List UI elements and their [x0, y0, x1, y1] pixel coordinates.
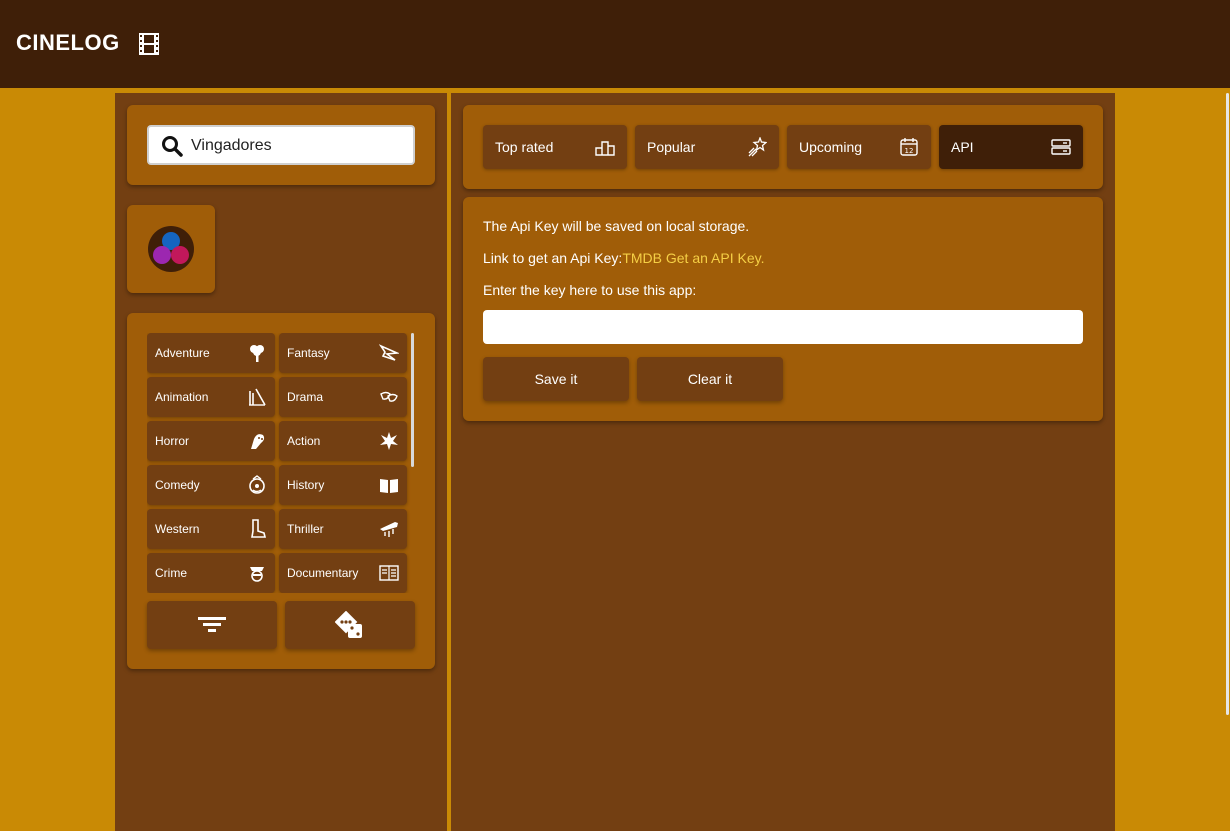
genre-label: Comedy: [155, 478, 200, 492]
ghost-icon: [251, 434, 265, 449]
clown-icon: [249, 475, 265, 494]
genre-label: Adventure: [155, 346, 210, 360]
top-bar: CINELOG: [0, 0, 1230, 88]
open-book-icon: [379, 565, 399, 581]
genre-action[interactable]: Action: [279, 421, 407, 461]
film-icon: [139, 33, 159, 55]
masks-icon: [380, 391, 398, 402]
tab-popular[interactable]: Popular: [635, 125, 779, 169]
sidebar-panel: Adventure Fantasy Animation Drama Horror…: [115, 93, 447, 831]
genre-thriller[interactable]: Thriller: [279, 509, 407, 549]
mask-icon: [250, 567, 264, 582]
api-key-card: The Api Key will be saved on local stora…: [463, 197, 1103, 421]
tab-top-rated[interactable]: Top rated: [483, 125, 627, 169]
stars-icon: [748, 137, 767, 157]
genre-crime[interactable]: Crime: [147, 553, 275, 593]
genre-label: Animation: [155, 390, 209, 404]
logo-card[interactable]: [127, 205, 215, 293]
genre-drama[interactable]: Drama: [279, 377, 407, 417]
tab-label: Upcoming: [799, 139, 863, 155]
genre-list: Adventure Fantasy Animation Drama Horror…: [147, 333, 411, 593]
api-info-link-line: Link to get an Api Key:TMDB Get an API K…: [483, 250, 764, 266]
genre-documentary[interactable]: Documentary: [279, 553, 407, 593]
tmdb-api-link[interactable]: TMDB Get an API Key.: [622, 250, 764, 266]
tab-api[interactable]: API: [939, 125, 1083, 169]
random-button[interactable]: [285, 601, 415, 649]
tab-label: Popular: [647, 139, 696, 155]
genre-horror[interactable]: Horror: [147, 421, 275, 461]
search-card: [127, 105, 435, 185]
dragon-icon: [379, 344, 399, 361]
genre-history[interactable]: History: [279, 465, 407, 505]
cowboy-boot-icon: [251, 519, 267, 538]
tabs-card: Top rated Popular Upcoming 12 API: [463, 105, 1103, 189]
search-icon[interactable]: [161, 135, 183, 157]
genre-label: Documentary: [287, 566, 359, 580]
server-icon: [1051, 139, 1071, 155]
clear-button[interactable]: Clear it: [637, 357, 783, 401]
api-key-input[interactable]: [483, 310, 1083, 344]
svg-text:12: 12: [905, 147, 914, 155]
tmdb-logo[interactable]: [147, 225, 195, 273]
filter-button[interactable]: [147, 601, 277, 649]
genre-label: Action: [287, 434, 321, 448]
genre-scrollbar[interactable]: [411, 333, 414, 467]
genre-label: Drama: [287, 390, 324, 404]
save-button[interactable]: Save it: [483, 357, 629, 401]
genre-western[interactable]: Western: [147, 509, 275, 549]
app-title: CINELOG: [16, 30, 120, 55]
genre-comedy[interactable]: Comedy: [147, 465, 275, 505]
main-panel: Top rated Popular Upcoming 12 API The Ap…: [451, 93, 1115, 831]
page-scrollbar[interactable]: [1226, 93, 1229, 715]
podium-icon: [595, 141, 615, 156]
genre-card: Adventure Fantasy Animation Drama Horror…: [127, 313, 435, 669]
api-link-prefix: Link to get an Api Key:: [483, 250, 623, 266]
pencil-ruler-icon: [249, 388, 266, 406]
genre-label: Fantasy: [287, 346, 330, 360]
genre-label: Western: [155, 522, 200, 536]
dice-icon: [335, 611, 362, 638]
genre-adventure[interactable]: Adventure: [147, 333, 275, 373]
calendar-icon: 12: [900, 138, 918, 156]
api-info-storage: The Api Key will be saved on local stora…: [483, 218, 750, 234]
tab-label: API: [951, 139, 974, 155]
api-key-instruction: Enter the key here to use this app:: [483, 282, 697, 298]
genre-animation[interactable]: Animation: [147, 377, 275, 417]
book-icon: [380, 479, 398, 493]
genre-label: Crime: [155, 566, 187, 580]
tab-label: Top rated: [495, 139, 554, 155]
search-input[interactable]: [191, 133, 405, 159]
tab-upcoming[interactable]: Upcoming 12: [787, 125, 931, 169]
search-box[interactable]: [147, 125, 415, 165]
tree-icon: [250, 345, 264, 362]
genre-fantasy[interactable]: Fantasy: [279, 333, 407, 373]
explosion-icon: [380, 432, 398, 450]
genre-label: Horror: [155, 434, 190, 448]
genre-label: History: [287, 478, 325, 492]
genre-label: Thriller: [287, 522, 324, 536]
filter-icon: [198, 617, 226, 632]
knife-icon: [380, 522, 398, 537]
